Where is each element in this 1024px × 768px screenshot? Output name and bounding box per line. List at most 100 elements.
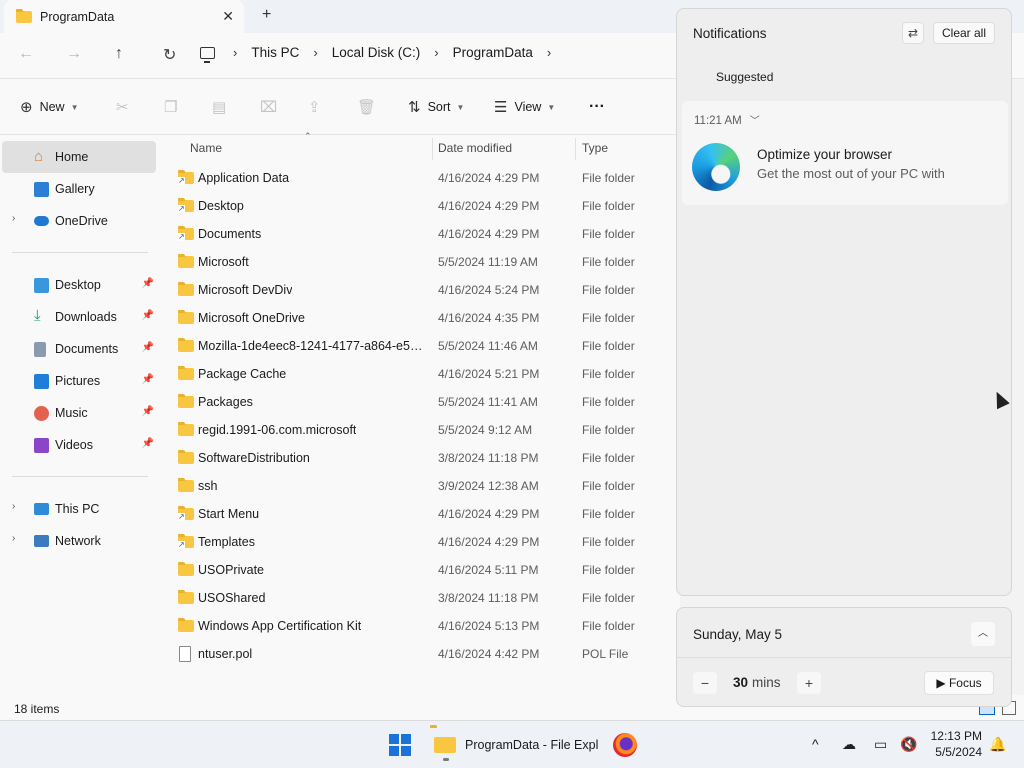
onedrive-offline-icon[interactable]: ☁	[842, 736, 856, 753]
file-row[interactable]: USOPrivate 4/16/2024 5:11 PM File folder	[170, 556, 680, 584]
focus-button[interactable]: ▶ Focus	[924, 671, 994, 695]
copy-icon: ❐	[164, 99, 178, 116]
cut-button[interactable]: ✂	[116, 98, 136, 116]
rename-button[interactable]: ⌧	[260, 98, 284, 116]
copy-button[interactable]: ❐	[164, 98, 184, 116]
breadcrumb[interactable]: › This PC › Local Disk (C:) › ProgramDat…	[200, 45, 565, 63]
chevron-right-icon[interactable]: ›	[12, 213, 15, 224]
sort-button[interactable]: ⇅ Sort ▼	[408, 98, 464, 116]
calendar-date[interactable]: Sunday, May 5	[693, 627, 782, 642]
notification-time[interactable]: 11:21 AM ﹀	[694, 112, 760, 127]
sidebar-item-this-pc[interactable]: › This PC	[2, 493, 156, 525]
notification-card[interactable]: 11:21 AM ﹀ Optimize your browser Get the …	[682, 101, 1008, 205]
volume-muted-icon[interactable]: 🔇	[900, 736, 917, 753]
file-row[interactable]: USOShared 3/8/2024 11:18 PM File folder	[170, 584, 680, 612]
chevron-right-icon[interactable]: ›	[12, 533, 15, 544]
more-icon: ···	[589, 98, 605, 115]
breadcrumb-programdata[interactable]: ProgramData	[453, 45, 533, 60]
chevron-right-icon[interactable]: ›	[233, 45, 237, 60]
view-list-icon: ☰	[494, 99, 508, 116]
sidebar-item-network[interactable]: › Network	[2, 525, 156, 557]
chevron-up-icon[interactable]: ︿	[971, 622, 995, 646]
column-divider[interactable]	[575, 138, 576, 160]
sidebar-item-documents[interactable]: Documents 📌	[2, 333, 156, 365]
file-icon	[179, 646, 191, 662]
pin-icon[interactable]: 📌	[142, 342, 154, 353]
file-row[interactable]: regid.1991-06.com.microsoft 5/5/2024 9:12…	[170, 416, 680, 444]
firefox-icon[interactable]	[613, 733, 637, 757]
file-row[interactable]: Packages 5/5/2024 11:41 AM File folder	[170, 388, 680, 416]
back-arrow-icon[interactable]: ←	[18, 45, 34, 63]
sidebar-item-gallery[interactable]: Gallery	[2, 173, 156, 205]
file-row[interactable]: Start Menu 4/16/2024 4:29 PM File folder	[170, 500, 680, 528]
sort-ascending-icon: ⌃	[304, 131, 312, 141]
chevron-right-icon[interactable]: ›	[434, 45, 438, 60]
sidebar-item-pictures[interactable]: Pictures 📌	[2, 365, 156, 397]
sidebar-item-videos[interactable]: Videos 📌	[2, 429, 156, 461]
file-row[interactable]: ntuser.pol 4/16/2024 4:42 PM POL File	[170, 640, 680, 668]
home-icon: ⌂	[34, 148, 44, 165]
sidebar-item-onedrive[interactable]: › OneDrive	[2, 205, 156, 237]
column-header-type[interactable]: Type	[582, 141, 608, 155]
breadcrumb-local-disk[interactable]: Local Disk (C:)	[332, 45, 421, 60]
file-row[interactable]: Documents 4/16/2024 4:29 PM File folder	[170, 220, 680, 248]
forward-arrow-icon[interactable]: →	[66, 45, 82, 63]
chevron-right-icon[interactable]: ›	[12, 501, 15, 512]
breadcrumb-this-pc[interactable]: This PC	[251, 45, 299, 60]
file-row[interactable]: Windows App Certification Kit 4/16/2024 5…	[170, 612, 680, 640]
file-row[interactable]: SoftwareDistribution 3/8/2024 11:18 PM Fil…	[170, 444, 680, 472]
computer-icon	[200, 46, 215, 63]
windows-logo-tile	[389, 746, 399, 756]
pin-icon[interactable]: 📌	[142, 278, 154, 289]
close-tab-icon[interactable]: ✕	[222, 8, 234, 25]
delete-button[interactable]: 🗑	[357, 98, 383, 116]
start-button[interactable]	[389, 734, 411, 756]
up-arrow-icon[interactable]: ↑	[115, 45, 123, 63]
column-header-name[interactable]: Name	[190, 141, 222, 155]
focus-increase-button[interactable]: +	[797, 672, 821, 694]
network-icon[interactable]: ▭	[874, 736, 887, 753]
sidebar-item-desktop[interactable]: Desktop 📌	[2, 269, 156, 301]
chevron-right-icon[interactable]: ›	[547, 45, 551, 60]
file-row[interactable]: Microsoft DevDiv 4/16/2024 5:24 PM File fo…	[170, 276, 680, 304]
taskbar-file-explorer[interactable]: ProgramData - File Expl	[430, 727, 608, 763]
file-name: Application Data	[198, 171, 290, 185]
refresh-icon[interactable]: ↻	[163, 45, 176, 65]
file-row[interactable]: Mozilla-1de4eec8-1241-4177-a864-e594e...…	[170, 332, 680, 360]
clock[interactable]: 12:13 PM 5/5/2024	[928, 728, 982, 760]
column-divider[interactable]	[432, 138, 433, 160]
more-options-button[interactable]: ···	[589, 98, 605, 116]
pin-icon[interactable]: 📌	[142, 406, 154, 417]
file-row[interactable]: ssh 3/9/2024 12:38 AM File folder	[170, 472, 680, 500]
new-button[interactable]: ⊕ New ▼	[20, 98, 79, 116]
tab-programdata[interactable]: ProgramData ✕	[4, 0, 244, 33]
paste-button[interactable]: ▤	[212, 98, 233, 116]
file-row[interactable]: Microsoft OneDrive 4/16/2024 4:35 PM File …	[170, 304, 680, 332]
file-row[interactable]: Desktop 4/16/2024 4:29 PM File folder	[170, 192, 680, 220]
music-icon	[34, 406, 49, 421]
do-not-disturb-button[interactable]: ⇄	[902, 22, 924, 44]
pin-icon[interactable]: 📌	[142, 438, 154, 449]
view-button[interactable]: ☰ View ▼	[494, 98, 555, 116]
show-hidden-icons-button[interactable]: ^	[812, 736, 819, 752]
file-row[interactable]: Package Cache 4/16/2024 5:21 PM File folde…	[170, 360, 680, 388]
chevron-right-icon[interactable]: ›	[313, 45, 317, 60]
notification-bell-icon[interactable]: 🔔	[989, 736, 1006, 753]
pin-icon[interactable]: 📌	[142, 374, 154, 385]
pin-icon[interactable]: 📌	[142, 310, 154, 321]
column-header-date-modified[interactable]: Date modified	[438, 141, 512, 155]
clear-all-button[interactable]: Clear all	[933, 22, 995, 44]
share-button[interactable]: ⇪	[308, 98, 328, 116]
new-tab-button[interactable]: +	[262, 6, 271, 24]
notification-time-label: 11:21 AM	[694, 115, 742, 127]
file-row[interactable]: Microsoft 5/5/2024 11:19 AM File folder	[170, 248, 680, 276]
file-row[interactable]: Application Data 4/16/2024 4:29 PM File fo…	[170, 164, 680, 192]
chevron-down-icon[interactable]: ﹀	[750, 116, 760, 127]
focus-decrease-button[interactable]: −	[693, 672, 717, 694]
item-count: 18 items	[14, 702, 60, 716]
sidebar-item-home[interactable]: ⌂ Home	[2, 141, 156, 173]
file-type: File folder	[582, 423, 635, 437]
file-row[interactable]: Templates 4/16/2024 4:29 PM File folder	[170, 528, 680, 556]
sidebar-item-downloads[interactable]: ⤓ Downloads 📌	[2, 301, 156, 333]
sidebar-item-music[interactable]: Music 📌	[2, 397, 156, 429]
